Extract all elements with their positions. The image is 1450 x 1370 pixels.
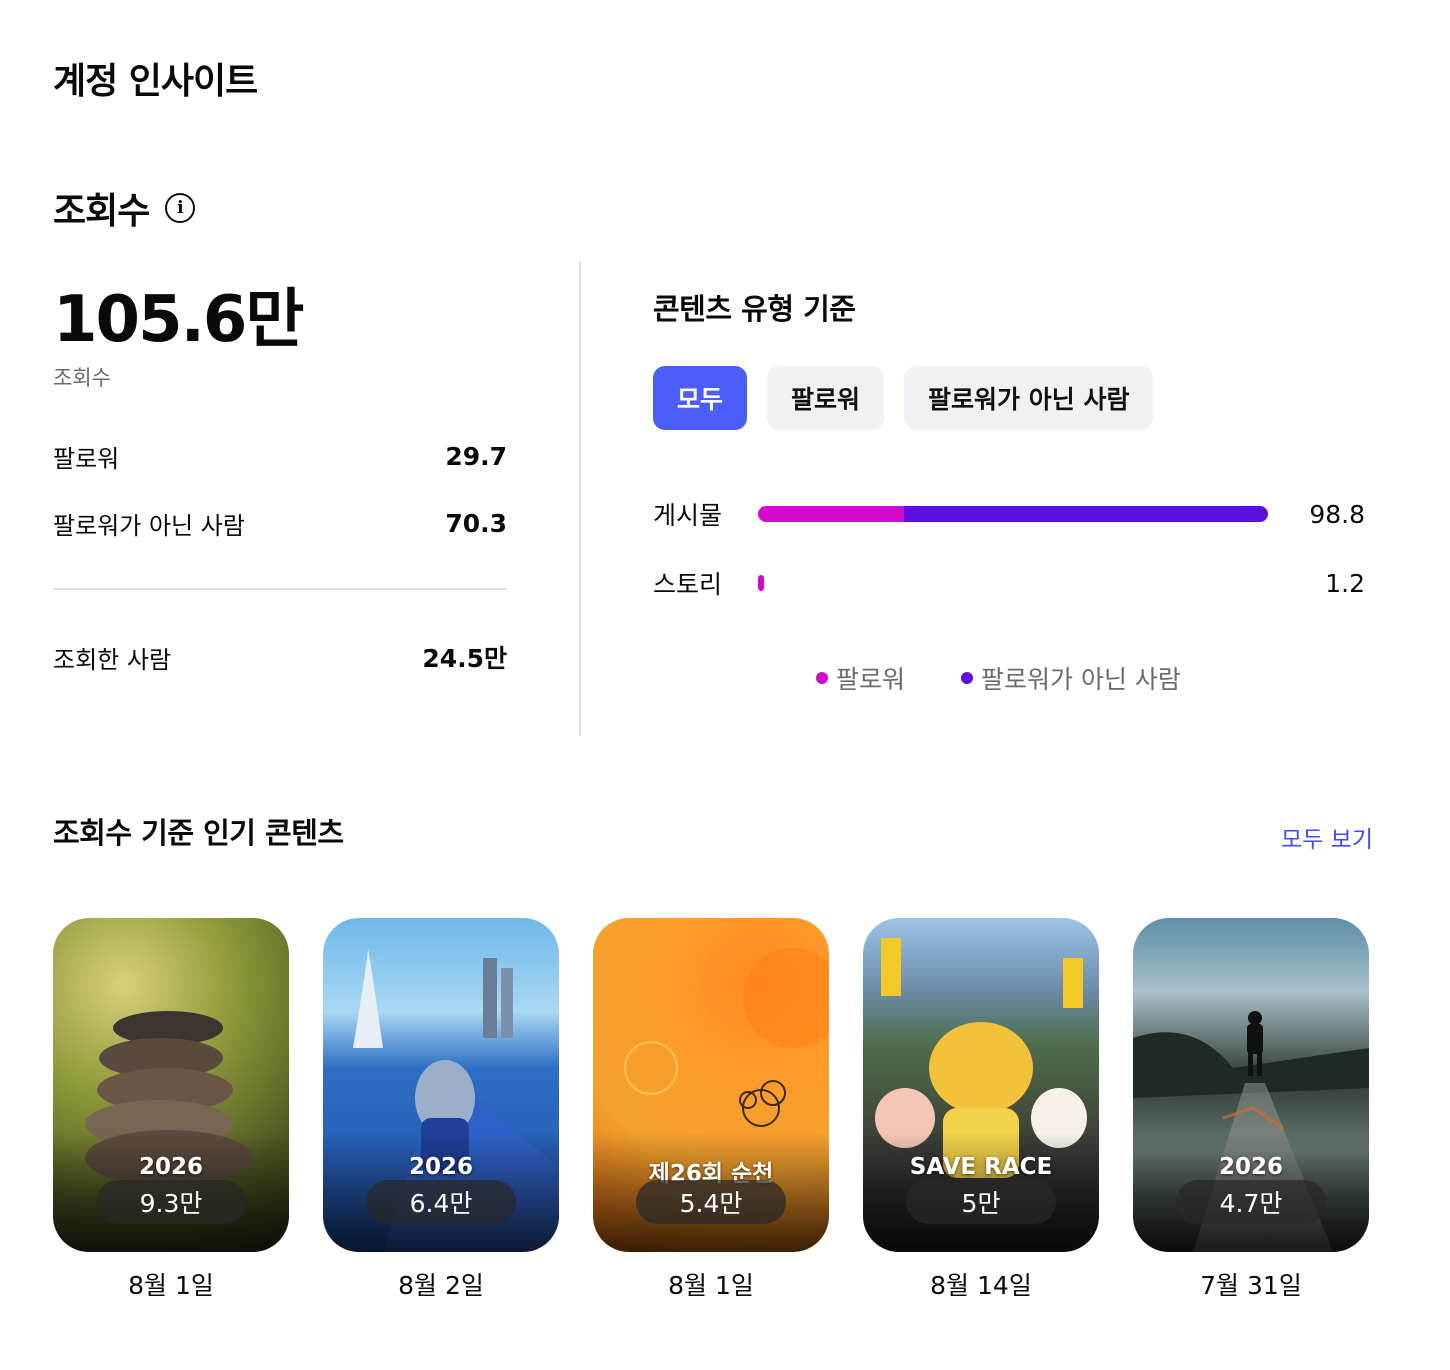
content-card[interactable]: 제26회 순천 5.4만 8월 1일 — [593, 918, 829, 1302]
followers-row: 팔로워 29.7 — [53, 436, 507, 476]
view-count-badge: 5만 — [906, 1180, 1056, 1224]
content-card[interactable]: 2026 4.7만 7월 31일 — [1133, 918, 1369, 1302]
views-title: 조회수 — [53, 191, 150, 232]
followers-label: 팔로워 — [53, 444, 120, 473]
non-followers-label: 팔로워가 아닌 사람 — [53, 511, 245, 540]
viewers-label: 조회한 사람 — [53, 645, 172, 674]
content-date: 8월 1일 — [128, 1271, 214, 1300]
bar-label-posts: 게시물 — [653, 501, 723, 530]
thumbnail-caption: 2026 — [138, 1154, 203, 1180]
panel-divider — [579, 262, 581, 736]
legend-item-non-followers: 팔로워가 아닌 사람 — [961, 660, 1181, 696]
total-views: 105.6만 — [53, 283, 304, 357]
legend-label-followers: 팔로워 — [836, 665, 906, 694]
thumbnail-caption: 2026 — [1218, 1154, 1283, 1180]
content-date: 8월 1일 — [668, 1271, 754, 1300]
bar-row-posts: 게시물 98.8 — [653, 494, 1365, 534]
viewers-value: 24.5만 — [422, 644, 507, 673]
total-views-label: 조회수 — [53, 366, 111, 390]
bar-value-story: 1.2 — [1325, 568, 1365, 598]
content-thumbnail[interactable]: 2026 6.4만 — [323, 918, 559, 1252]
summary-divider — [53, 588, 507, 590]
legend-item-followers: 팔로워 — [816, 660, 905, 696]
chip-non-followers[interactable]: 팔로워가 아닌 사람 — [904, 366, 1154, 430]
bar-posts-followers — [758, 506, 904, 522]
legend-dot-non-followers — [961, 672, 974, 684]
legend-label-non-followers: 팔로워가 아닌 사람 — [981, 665, 1181, 694]
non-followers-value: 70.3 — [445, 508, 507, 538]
view-count-badge: 6.4만 — [366, 1180, 516, 1224]
bar-label-story: 스토리 — [653, 570, 723, 599]
legend: 팔로워 팔로워가 아닌 사람 — [816, 660, 1181, 696]
content-thumbnail[interactable]: 2026 9.3만 — [53, 918, 289, 1252]
popular-content-list: 2026 9.3만 8월 1일 2026 6.4만 8월 2일 제26회 순천 … — [53, 918, 1369, 1302]
viewers-row: 조회한 사람 24.5만 — [53, 637, 507, 677]
bar-story-followers — [758, 575, 765, 591]
content-thumbnail[interactable]: 제26회 순천 5.4만 — [593, 918, 829, 1252]
views-section-title: 조회수 i — [53, 182, 196, 234]
views-summary: 105.6만 조회수 팔로워 29.7 팔로워가 아닌 사람 70.3 조회한 … — [53, 280, 507, 674]
content-thumbnail[interactable]: SAVE RACE 5만 — [863, 918, 1099, 1252]
followers-value: 29.7 — [445, 441, 507, 471]
bar-value-posts: 98.8 — [1309, 499, 1365, 529]
view-count-badge: 4.7만 — [1176, 1180, 1326, 1224]
audience-filter: 모두 팔로워 팔로워가 아닌 사람 — [653, 366, 1154, 430]
content-type-title: 콘텐츠 유형 기준 — [653, 292, 856, 326]
content-date: 8월 2일 — [398, 1271, 484, 1300]
chip-followers[interactable]: 팔로워 — [767, 366, 885, 430]
popular-title: 조회수 기준 인기 콘텐츠 — [53, 816, 344, 850]
thumbnail-caption: SAVE RACE — [909, 1154, 1053, 1180]
content-thumbnail[interactable]: 2026 4.7만 — [1133, 918, 1369, 1252]
content-card[interactable]: 2026 9.3만 8월 1일 — [53, 918, 289, 1302]
content-date: 7월 31일 — [1200, 1271, 1302, 1300]
legend-dot-followers — [816, 672, 828, 684]
info-icon[interactable]: i — [165, 193, 196, 223]
content-card[interactable]: SAVE RACE 5만 8월 14일 — [863, 918, 1099, 1302]
view-count-badge: 9.3만 — [96, 1180, 246, 1224]
see-all-link[interactable]: 모두 보기 — [1281, 820, 1373, 854]
page-title: 계정 인사이트 — [53, 61, 258, 102]
bar-row-story: 스토리 1.2 — [653, 563, 1365, 603]
bar-track-posts — [758, 506, 1268, 522]
content-date: 8월 14일 — [930, 1271, 1032, 1300]
view-count-badge: 5.4만 — [636, 1180, 786, 1224]
content-card[interactable]: 2026 6.4만 8월 2일 — [323, 918, 559, 1302]
chip-all[interactable]: 모두 — [653, 366, 748, 430]
bar-track-story — [758, 575, 1268, 591]
bar-posts-non-followers — [903, 506, 1268, 522]
thumbnail-caption: 2026 — [408, 1154, 473, 1180]
non-followers-row: 팔로워가 아닌 사람 70.3 — [53, 503, 507, 543]
